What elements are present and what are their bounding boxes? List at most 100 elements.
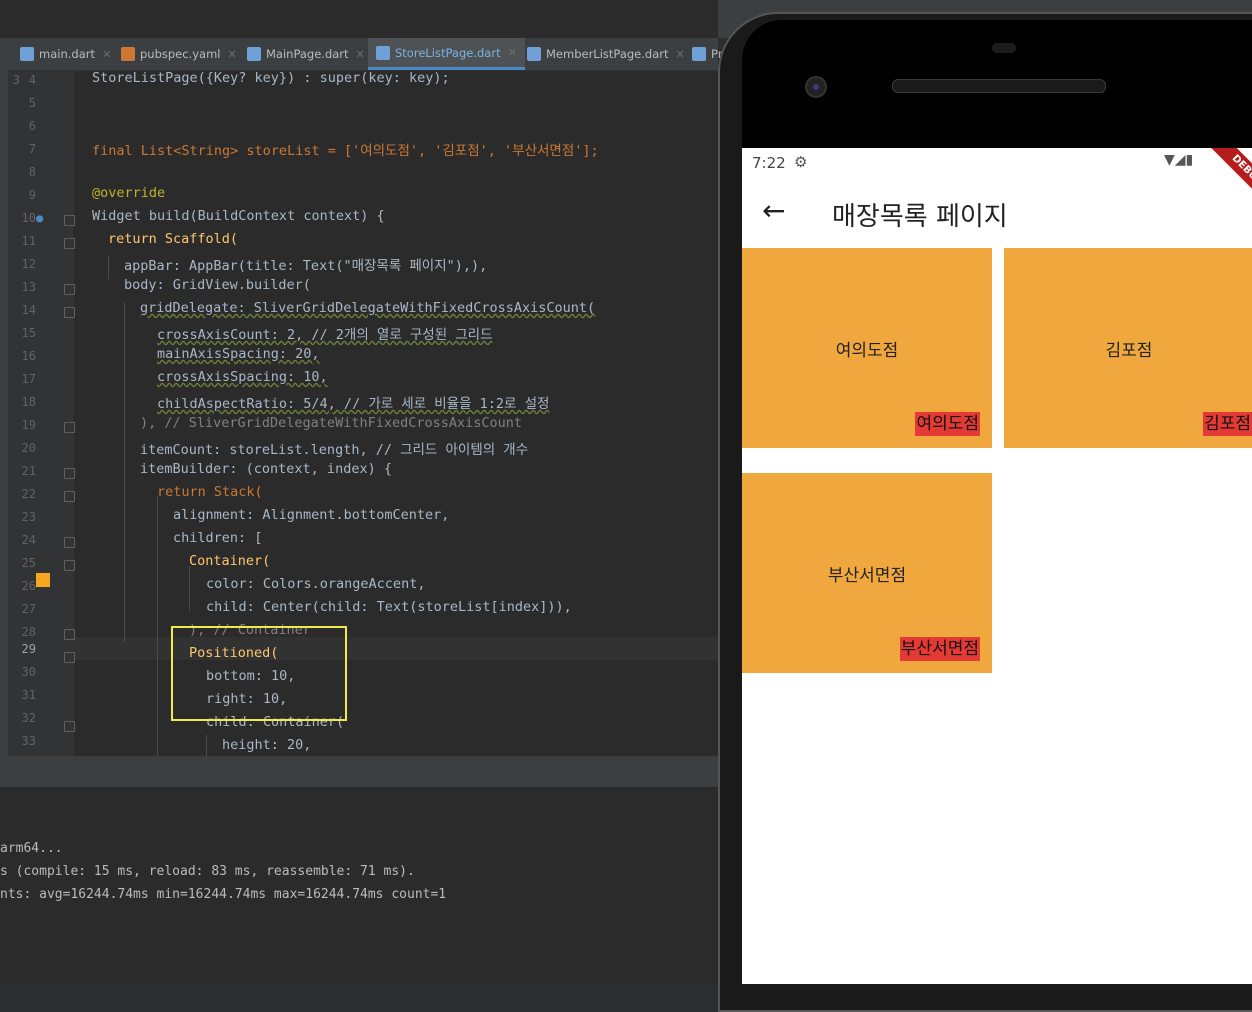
fold-marker-icon[interactable]	[64, 721, 75, 732]
code-text: final List<String> storeList = ['여의도점', …	[92, 143, 599, 159]
code-line: gridDelegate: SliverGridDelegateWithFixe…	[140, 300, 595, 316]
dart-file-icon	[247, 47, 261, 61]
code-line: Widget build(BuildContext context) {	[92, 208, 385, 224]
code-line: height: 20,	[222, 737, 311, 753]
store-badge: 김포점	[1203, 412, 1252, 436]
line-number: 21	[21, 464, 36, 478]
line-number: 27	[21, 602, 36, 616]
fold-marker-icon[interactable]	[64, 307, 75, 318]
line-number: 29	[21, 642, 36, 656]
code-text: return Scaffold(	[108, 231, 239, 247]
status-time: 7:22	[752, 154, 786, 172]
code-text: Widget build(BuildContext context) {	[92, 208, 385, 224]
code-line: itemBuilder: (context, index) {	[140, 461, 392, 477]
fold-marker-icon[interactable]	[64, 537, 75, 548]
override-gutter-icon[interactable]: ●	[36, 211, 43, 225]
tab-label: MainPage.dart	[266, 47, 349, 61]
code-text: color: Colors.orangeAccent,	[206, 576, 426, 592]
code-text: Container(	[189, 553, 271, 569]
close-icon[interactable]: ✕	[102, 48, 111, 61]
tab-main-dart[interactable]: main.dart ✕	[20, 38, 111, 70]
earpiece-speaker	[892, 79, 1106, 93]
console-line: s (compile: 15 ms, reload: 83 ms, reasse…	[0, 864, 415, 879]
line-number: 6	[28, 119, 36, 133]
tab-label: main.dart	[39, 47, 95, 61]
fold-marker-icon[interactable]	[64, 238, 75, 249]
close-icon[interactable]: ✕	[508, 46, 517, 59]
indent-guide	[206, 735, 207, 756]
line-number: 15	[21, 326, 36, 340]
fold-marker-icon[interactable]	[64, 215, 75, 226]
fold-marker-icon[interactable]	[64, 491, 75, 502]
indent-guide	[189, 566, 190, 611]
code-text: alignment: Alignment.bottomCenter,	[173, 507, 450, 523]
yaml-file-icon	[121, 47, 135, 61]
fold-marker-icon[interactable]	[64, 629, 75, 640]
code-line: mainAxisSpacing: 20,	[157, 346, 320, 362]
dart-file-icon	[527, 47, 541, 61]
line-number: 13	[21, 280, 36, 294]
code-line: Container(	[189, 553, 270, 569]
store-tile[interactable]: 여의도점 여의도점	[742, 248, 992, 448]
annotation-highlight-box	[171, 626, 347, 721]
code-text: gridDelegate: SliverGridDelegateWithFixe…	[140, 300, 596, 316]
tab-storelistpage-dart[interactable]: StoreListPage.dart ✕	[368, 38, 525, 70]
code-line: children: [	[173, 530, 262, 546]
fold-marker-icon[interactable]	[64, 468, 75, 479]
code-text: children: [	[173, 530, 263, 546]
line-number: 30	[21, 665, 36, 679]
fold-marker-icon[interactable]	[64, 284, 75, 295]
tab-memberlistpage-dart[interactable]: MemberListPage.dart ✕	[527, 38, 685, 70]
close-icon[interactable]: ✕	[676, 48, 685, 61]
indent-guide	[124, 302, 125, 642]
tab-label: StoreListPage.dart	[395, 45, 501, 60]
code-text: @override	[92, 185, 166, 201]
tab-label: pubspec.yaml	[140, 47, 221, 61]
color-swatch-icon[interactable]	[36, 573, 50, 587]
code-text: return Stack(	[157, 484, 263, 500]
run-console: arm64... s (compile: 15 ms, reload: 83 m…	[0, 756, 718, 985]
console-line: arm64...	[0, 841, 63, 856]
line-number: 19	[21, 418, 36, 432]
app-title: 매장목록 페이지	[832, 202, 1008, 232]
back-arrow-icon[interactable]: ←	[762, 194, 785, 227]
line-number: 8	[28, 165, 36, 179]
line-number: 4	[28, 73, 36, 87]
phone-screen: 7:22 ⚙ ▼◢▮ DEBUG ← 매장목록 페이지 여의도점 여의도점 김포…	[742, 148, 1252, 984]
dart-file-icon	[376, 45, 390, 60]
console-line: nts: avg=16244.74ms min=16244.74ms max=1…	[0, 887, 447, 902]
fold-marker-icon[interactable]	[64, 422, 75, 433]
store-tile[interactable]: 부산서면점 부산서면점	[742, 473, 992, 673]
tab-mainpage-dart[interactable]: MainPage.dart ✕	[247, 38, 365, 70]
code-line: final List<String> storeList = ['여의도점', …	[92, 139, 599, 159]
line-number: 24	[21, 533, 36, 547]
tab-pubspec-yaml[interactable]: pubspec.yaml ✕	[121, 38, 237, 70]
app-bar: ← 매장목록 페이지	[742, 180, 1252, 248]
store-tile[interactable]: 김포점 김포점	[1004, 248, 1252, 448]
editor-tab-bar: main.dart ✕ pubspec.yaml ✕ MainPage.dart…	[0, 38, 722, 71]
code-editor[interactable]: 3 4 5 6 7 8 9 10 11 12 13 14 15 16 17 18…	[0, 70, 718, 756]
tab-label: MemberListPage.dart	[546, 47, 669, 61]
fold-marker-icon[interactable]	[64, 652, 75, 663]
line-number: 9	[28, 188, 36, 202]
console-toolbar	[0, 757, 718, 787]
code-text: childAspectRatio: 5/4, // 가로 세로 비율을 1:2로…	[157, 396, 550, 412]
proximity-sensor	[992, 43, 1016, 53]
code-text: appBar: AppBar(title: Text("매장목록 페이지"),)…	[124, 258, 488, 274]
code-text: itemBuilder: (context, index) {	[140, 461, 392, 477]
close-icon[interactable]: ✕	[356, 48, 365, 61]
ide-editor-pane: main.dart ✕ pubspec.yaml ✕ MainPage.dart…	[0, 0, 722, 985]
close-icon[interactable]: ✕	[227, 48, 236, 61]
code-line: ), // SliverGridDelegateWithFixedCrossAx…	[140, 415, 522, 431]
front-camera-icon	[805, 76, 827, 98]
code-line: return Stack(	[157, 484, 263, 500]
line-number: 10	[21, 211, 36, 225]
code-line: body: GridView.builder(	[124, 277, 311, 293]
fold-marker-icon[interactable]	[64, 560, 75, 571]
gear-icon: ⚙	[794, 153, 808, 171]
line-number: 7	[28, 142, 36, 156]
line-number: 28	[21, 625, 36, 639]
code-text: child: Center(child: Text(storeList[inde…	[206, 599, 572, 615]
line-number: 18	[21, 395, 36, 409]
code-line: @override	[92, 185, 165, 201]
